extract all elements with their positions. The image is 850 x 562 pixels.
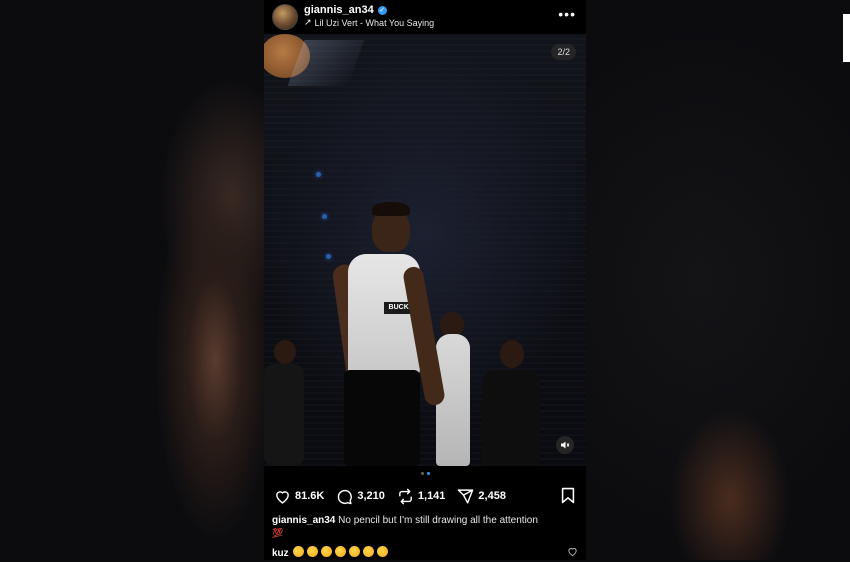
comment-button[interactable]: 3,210 [336,488,385,505]
muted-speaker-icon[interactable] [556,436,574,454]
arena-light-dot [316,172,321,177]
bystander-head [274,340,296,364]
music-row[interactable]: ↗ Lil Uzi Vert - What You Saying [304,17,434,28]
repost-button[interactable]: 1,141 [397,488,446,505]
carousel-page-badge: 2/2 [551,44,576,60]
carousel-dot [420,472,424,475]
carousel-dot-active [426,472,430,475]
save-button[interactable] [560,487,576,509]
share-icon [458,488,474,504]
more-options-icon[interactable]: ••• [558,6,576,22]
likes-count: 81.6K [295,490,325,502]
arena-light-dot [322,214,327,219]
bystander-head [500,340,524,368]
post-photo[interactable]: 2/2 BUCKS [264,34,586,466]
music-arrow-icon: ↗ [304,17,312,27]
action-bar: 81.6K 3,210 1,141 2,458 [274,486,576,506]
laughing-emoji [306,546,318,557]
comment-like-button[interactable] [567,544,578,562]
carousel-dots [264,472,586,475]
hundred-points-emoji: 💯 [272,528,284,538]
avatar[interactable] [272,4,298,30]
laughing-emoji [348,546,360,557]
arena-light-dot [326,254,331,259]
bookmark-icon [561,487,575,504]
share-button[interactable]: 2,458 [457,488,506,505]
reposts-count: 1,141 [417,490,446,502]
laughing-emoji [292,546,304,557]
comment-row: kuz [272,544,578,562]
shares-count: 2,458 [478,490,506,502]
post-header: giannis_an34 ✓ ↗ Lil Uzi Vert - What You… [264,0,586,34]
caption-text: No pencil but I'm still drawing all the … [338,515,538,526]
music-label: Lil Uzi Vert - What You Saying [314,17,435,28]
comments-count: 3,210 [357,490,385,502]
player-shorts [344,370,420,466]
repost-icon [399,488,412,504]
bystander [264,364,304,466]
screen-edge-marker [843,14,850,62]
laughing-emoji [320,546,332,557]
comment-icon [338,489,353,504]
player-hair [372,202,410,216]
heart-icon [276,490,289,504]
comment-emojis [292,544,391,562]
instagram-post: giannis_an34 ✓ ↗ Lil Uzi Vert - What You… [264,0,586,560]
heart-icon [568,548,577,557]
post-caption: giannis_an34 No pencil but I'm still dra… [272,514,572,540]
like-button[interactable]: 81.6K [274,488,324,505]
verified-badge-icon: ✓ [377,5,387,15]
username[interactable]: giannis_an34 [304,4,374,16]
comment-username[interactable]: kuz [272,548,289,559]
bystander [482,370,540,466]
laughing-emoji [376,546,388,557]
laughing-emoji [334,546,346,557]
caption-username[interactable]: giannis_an34 [272,515,335,526]
username-row: giannis_an34 ✓ [304,4,387,16]
laughing-emoji [362,546,374,557]
